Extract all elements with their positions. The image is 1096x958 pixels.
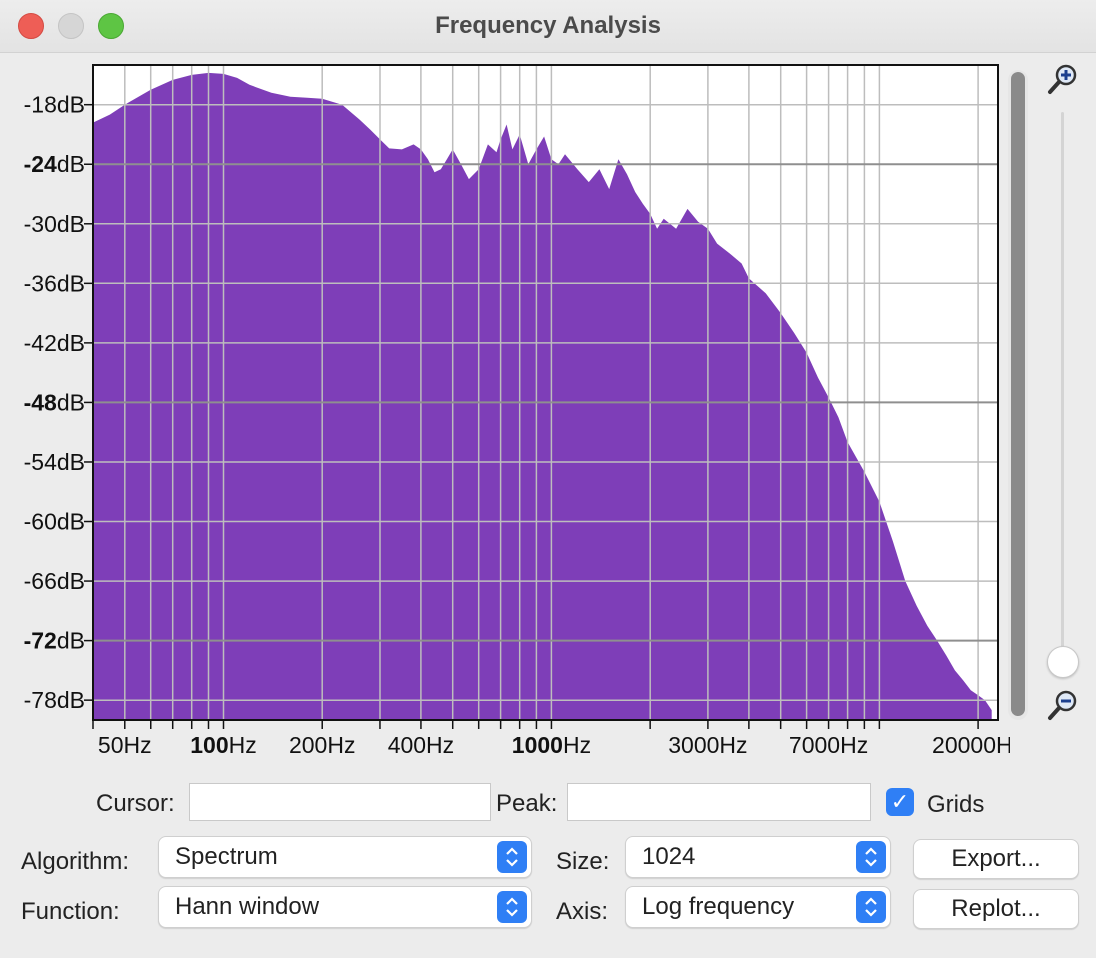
size-select[interactable]: 1024 [625, 836, 891, 878]
x-tick-label: 7000Hz [789, 732, 868, 758]
y-tick-label: -78dB [24, 687, 85, 713]
algorithm-label: Algorithm: [21, 848, 130, 875]
size-value: 1024 [642, 843, 696, 870]
x-tick-label: 200Hz [289, 732, 355, 758]
x-tick-label: 3000Hz [668, 732, 747, 758]
y-tick-label: -24dB [24, 151, 85, 177]
y-tick-label: -18dB [24, 92, 85, 118]
zoom-slider-track[interactable] [1061, 112, 1064, 672]
axis-label: Axis: [556, 898, 609, 925]
axis-select[interactable]: Log frequency [625, 886, 891, 928]
algorithm-select[interactable]: Spectrum [158, 836, 532, 878]
grids-label: Grids [927, 791, 985, 818]
cursor-label: Cursor: [96, 790, 175, 817]
y-tick-label: -54dB [24, 449, 85, 475]
magnifier-minus-icon[interactable] [1046, 688, 1080, 722]
y-tick-label: -60dB [24, 509, 85, 535]
title-bar: Frequency Analysis [0, 0, 1096, 53]
function-select[interactable]: Hann window [158, 886, 532, 928]
y-tick-label: -36dB [24, 270, 85, 296]
cursor-field[interactable] [189, 783, 491, 821]
chevron-updown-icon [856, 891, 886, 923]
y-tick-label: -42dB [24, 330, 85, 356]
peak-label: Peak: [496, 790, 558, 817]
y-tick-label: -66dB [24, 568, 85, 594]
chevron-updown-icon [856, 841, 886, 873]
chevron-updown-icon [497, 841, 527, 873]
x-tick-label: 100Hz [190, 732, 257, 758]
x-tick-label: 1000Hz [512, 732, 591, 758]
y-tick-label: -30dB [24, 211, 85, 237]
x-tick-label: 50Hz [98, 732, 152, 758]
export-button[interactable]: Export... [913, 839, 1079, 879]
size-label: Size: [556, 848, 610, 875]
magnifier-plus-icon[interactable] [1046, 62, 1080, 96]
x-tick-label: 20000Hz [932, 732, 1010, 758]
replot-button[interactable]: Replot... [913, 889, 1079, 929]
x-tick-label: 400Hz [388, 732, 454, 758]
function-label: Function: [21, 898, 120, 925]
vertical-scrollbar-thumb[interactable] [1011, 72, 1025, 716]
chevron-updown-icon [497, 891, 527, 923]
peak-field[interactable] [567, 783, 871, 821]
window-title: Frequency Analysis [435, 12, 661, 39]
zoom-slider-knob[interactable] [1047, 646, 1079, 678]
spectrum-chart[interactable]: -18dB -24dB -30dB -36dB -42dB -48dB -54dB -60dB… [0, 53, 1010, 758]
y-tick-label: -72dB [24, 628, 85, 654]
y-tick-label: -48dB [24, 389, 85, 415]
function-value: Hann window [175, 893, 320, 920]
algorithm-value: Spectrum [175, 843, 278, 870]
grids-checkbox[interactable]: ✓ [886, 788, 914, 816]
axis-value: Log frequency [642, 893, 795, 920]
